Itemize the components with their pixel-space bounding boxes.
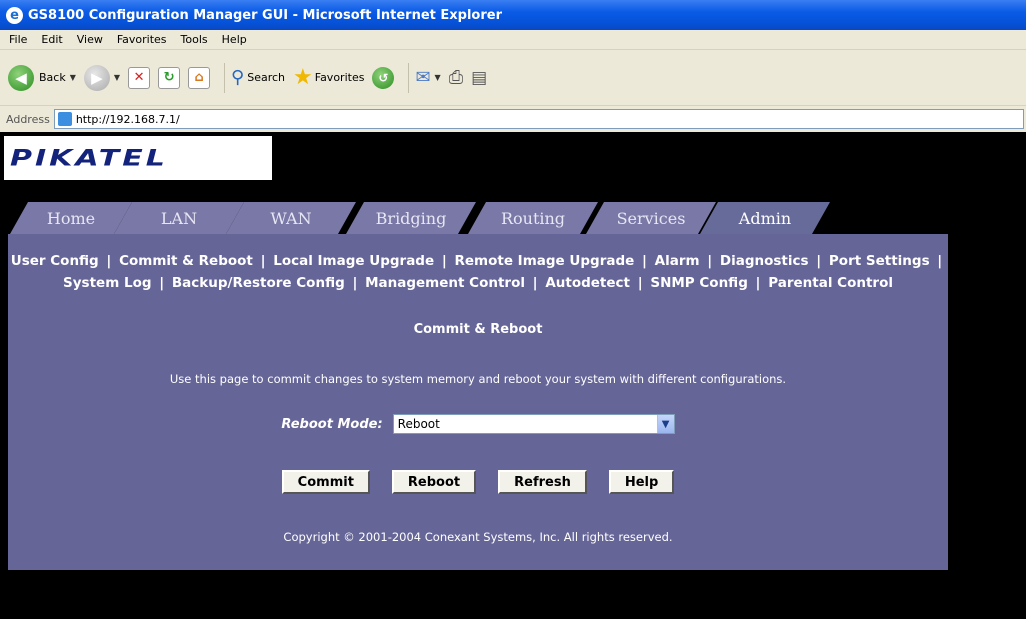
link-alarm[interactable]: Alarm bbox=[655, 253, 700, 269]
back-arrow-icon: ◀ bbox=[8, 64, 34, 91]
action-buttons: Commit Reboot Refresh Help bbox=[8, 470, 948, 494]
chevron-down-icon[interactable]: ▼ bbox=[114, 73, 120, 82]
forward-arrow-icon: ▶ bbox=[83, 64, 110, 91]
reboot-mode-select[interactable]: Reboot ▼ bbox=[392, 414, 675, 434]
copyright-notice: Copyright © 2001-2004 Conexant Systems, … bbox=[283, 530, 673, 544]
tab-services[interactable]: Services bbox=[586, 202, 716, 234]
forward-button[interactable]: ▶ ▼ bbox=[83, 64, 120, 91]
link-port-settings[interactable]: Port Settings bbox=[829, 253, 930, 269]
menu-help[interactable]: Help bbox=[215, 33, 254, 46]
favorites-label: Favorites bbox=[314, 71, 365, 84]
menu-favorites[interactable]: Favorites bbox=[110, 33, 174, 46]
sublinks-row-1: User Config | Commit & Reboot | Local Im… bbox=[10, 253, 943, 269]
link-remote-image-upgrade[interactable]: Remote Image Upgrade bbox=[454, 253, 634, 269]
tab-admin[interactable]: Admin bbox=[700, 202, 830, 234]
star-icon: ★ bbox=[293, 65, 313, 90]
sublinks-row-2: System Log | Backup/Restore Config | Man… bbox=[63, 275, 893, 291]
link-commit-reboot[interactable]: Commit & Reboot bbox=[119, 253, 253, 269]
link-backup-restore-config[interactable]: Backup/Restore Config bbox=[172, 275, 345, 291]
link-diagnostics[interactable]: Diagnostics bbox=[720, 253, 809, 269]
home-button[interactable]: ⌂ bbox=[188, 66, 211, 89]
edit-button[interactable]: ▤ bbox=[471, 68, 487, 88]
page-description: Use this page to commit changes to syste… bbox=[169, 372, 787, 386]
admin-sub-navigation: User Config | Commit & Reboot | Local Im… bbox=[8, 250, 948, 294]
edit-page-icon: ▤ bbox=[471, 67, 488, 88]
link-system-log[interactable]: System Log bbox=[63, 275, 151, 291]
link-user-config[interactable]: User Config bbox=[11, 253, 99, 269]
home-icon: ⌂ bbox=[188, 66, 211, 89]
search-button[interactable]: ⚲ Search bbox=[231, 67, 285, 88]
stop-icon: ✕ bbox=[128, 66, 151, 89]
commit-button[interactable]: Commit bbox=[281, 470, 370, 494]
back-button[interactable]: ◀ Back ▼ bbox=[8, 64, 76, 91]
pikatel-logo: PIKATEL bbox=[4, 136, 272, 180]
menu-view[interactable]: View bbox=[70, 33, 110, 46]
reboot-mode-row: Reboot Mode: Reboot ▼ bbox=[8, 414, 948, 434]
menu-file[interactable]: File bbox=[2, 33, 34, 46]
menu-tools[interactable]: Tools bbox=[174, 33, 215, 46]
link-parental-control[interactable]: Parental Control bbox=[768, 275, 893, 291]
toolbar-divider bbox=[408, 62, 410, 93]
search-label: Search bbox=[247, 71, 286, 84]
refresh-browser-button[interactable]: ↻ bbox=[158, 66, 181, 89]
link-local-image-upgrade[interactable]: Local Image Upgrade bbox=[273, 253, 434, 269]
page-icon bbox=[57, 112, 72, 126]
admin-panel: User Config | Commit & Reboot | Local Im… bbox=[8, 234, 948, 570]
refresh-icon: ↻ bbox=[158, 66, 181, 89]
help-button[interactable]: Help bbox=[608, 470, 675, 494]
window-title: GS8100 Configuration Manager GUI - Micro… bbox=[28, 7, 502, 23]
stop-button[interactable]: ✕ bbox=[128, 66, 151, 89]
link-snmp-config[interactable]: SNMP Config bbox=[650, 275, 748, 291]
address-input[interactable]: http://192.168.7.1/ bbox=[53, 109, 1024, 129]
tab-bridging[interactable]: Bridging bbox=[346, 202, 476, 234]
internet-explorer-icon: e bbox=[6, 6, 23, 24]
chevron-down-icon[interactable]: ▼ bbox=[435, 73, 441, 82]
back-label: Back bbox=[39, 71, 66, 84]
window-title-bar: e GS8100 Configuration Manager GUI - Mic… bbox=[0, 0, 1026, 30]
print-button[interactable]: ⎙ bbox=[449, 67, 463, 88]
history-icon: ↺ bbox=[372, 66, 395, 89]
tab-lan[interactable]: LAN bbox=[114, 202, 244, 234]
menu-edit[interactable]: Edit bbox=[34, 33, 69, 46]
refresh-button[interactable]: Refresh bbox=[498, 470, 587, 494]
mail-icon: ✉ bbox=[415, 67, 431, 88]
chevron-down-icon[interactable]: ▼ bbox=[70, 73, 76, 82]
history-button[interactable]: ↺ bbox=[372, 66, 395, 89]
link-autodetect[interactable]: Autodetect bbox=[545, 275, 630, 291]
reboot-button[interactable]: Reboot bbox=[391, 470, 477, 494]
tab-home[interactable]: Home bbox=[10, 202, 132, 234]
logo-text: PIKATEL bbox=[10, 144, 168, 172]
mail-button[interactable]: ✉ ▼ bbox=[415, 67, 440, 88]
favorites-button[interactable]: ★ Favorites bbox=[293, 65, 364, 90]
printer-icon: ⎙ bbox=[448, 67, 464, 88]
search-icon: ⚲ bbox=[231, 67, 245, 88]
web-page: PIKATEL Home LAN WAN Bridging Routing Se… bbox=[0, 132, 1026, 619]
tab-routing[interactable]: Routing bbox=[468, 202, 598, 234]
address-bar: Address http://192.168.7.1/ bbox=[0, 106, 1026, 132]
reboot-mode-label: Reboot Mode: bbox=[281, 416, 383, 432]
tab-wan[interactable]: WAN bbox=[226, 202, 356, 234]
menu-bar: File Edit View Favorites Tools Help bbox=[0, 30, 1026, 50]
reboot-mode-value: Reboot bbox=[397, 417, 440, 431]
toolbar-divider bbox=[224, 62, 226, 93]
address-url: http://192.168.7.1/ bbox=[75, 112, 180, 126]
page-title: Commit & Reboot bbox=[413, 322, 543, 337]
address-label: Address bbox=[6, 112, 50, 126]
link-management-control[interactable]: Management Control bbox=[365, 275, 525, 291]
toolbar: ◀ Back ▼ ▶ ▼ ✕ ↻ ⌂ ⚲ Search ★ Favorites … bbox=[0, 50, 1026, 106]
chevron-down-icon[interactable]: ▼ bbox=[656, 415, 674, 433]
